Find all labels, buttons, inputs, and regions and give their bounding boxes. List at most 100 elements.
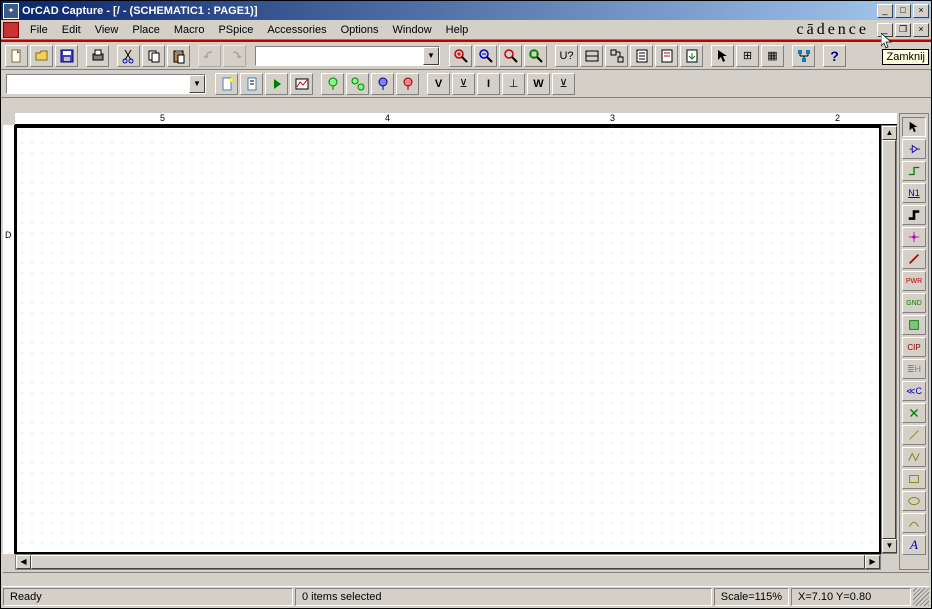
select-tool[interactable] <box>902 117 926 137</box>
annotate-button[interactable]: U? <box>555 45 578 67</box>
current-marker-button[interactable] <box>371 73 394 95</box>
project-manager-button[interactable] <box>792 45 815 67</box>
zoom-fit-button[interactable] <box>524 45 547 67</box>
place-rectangle-tool[interactable] <box>902 469 926 489</box>
no-connect-tool[interactable] <box>902 403 926 423</box>
status-selection: 0 items selected <box>295 588 712 606</box>
run-sim-button[interactable] <box>265 73 288 95</box>
place-polyline-tool[interactable] <box>902 447 926 467</box>
print-button[interactable] <box>86 45 109 67</box>
snap-button[interactable]: ⊞ <box>736 45 759 67</box>
w-level-button[interactable]: W <box>527 73 550 95</box>
zoom-in-button[interactable] <box>449 45 472 67</box>
mdi-restore-button[interactable]: ❐ <box>895 23 911 37</box>
help-button[interactable]: ? <box>823 45 846 67</box>
redo-button[interactable] <box>223 45 246 67</box>
scroll-up-button[interactable]: ▲ <box>882 126 897 140</box>
place-part-tool[interactable] <box>902 139 926 159</box>
place-junction-tool[interactable] <box>902 227 926 247</box>
document-sys-icon[interactable] <box>3 22 19 38</box>
copy-button[interactable] <box>142 45 165 67</box>
place-bus-entry-tool[interactable] <box>902 249 926 269</box>
status-scale: Scale=115% <box>714 588 789 606</box>
resize-bar[interactable] <box>3 572 929 586</box>
power-marker-button[interactable] <box>396 73 419 95</box>
scroll-left-button[interactable]: ◀ <box>16 555 31 569</box>
resize-grip[interactable] <box>913 588 929 606</box>
zoom-area-button[interactable] <box>499 45 522 67</box>
vertical-scrollbar[interactable]: ▲ ▼ <box>881 125 897 554</box>
voltage-marker-button[interactable] <box>321 73 344 95</box>
part-search-dropdown[interactable]: ▼ <box>423 47 439 65</box>
new-button[interactable] <box>5 45 28 67</box>
title-bar: ✦ OrCAD Capture - [/ - (SCHEMATIC1 : PAG… <box>1 1 931 20</box>
simulation-profile-combo[interactable]: ▼ <box>6 74 206 94</box>
close-button[interactable]: × <box>913 4 929 18</box>
new-sim-button[interactable] <box>215 73 238 95</box>
net-alias-tool[interactable]: N1 <box>902 183 926 203</box>
mdi-close-button[interactable]: × <box>913 23 929 37</box>
paste-button[interactable] <box>167 45 190 67</box>
main-toolbar: ▼ U? ⊞ ▦ ? <box>1 42 931 70</box>
menu-place[interactable]: Place <box>125 22 167 38</box>
place-power-tool[interactable]: PWR <box>902 271 926 291</box>
select-button[interactable] <box>711 45 734 67</box>
place-port-tool[interactable]: CIP <box>902 337 926 357</box>
grid-button[interactable]: ▦ <box>761 45 784 67</box>
mdi-minimize-button[interactable]: _ <box>877 23 893 37</box>
place-ground-tool[interactable]: GND <box>902 293 926 313</box>
place-text-tool[interactable]: A <box>902 535 926 555</box>
ruler-mark: 3 <box>610 113 615 123</box>
menu-edit[interactable]: Edit <box>55 22 88 38</box>
place-bus-tool[interactable] <box>902 205 926 225</box>
place-hier-block-tool[interactable] <box>902 315 926 335</box>
v-toggle-button[interactable]: ⊻ <box>452 73 475 95</box>
menu-options[interactable]: Options <box>334 22 386 38</box>
menu-window[interactable]: Window <box>386 22 439 38</box>
menu-view[interactable]: View <box>88 22 126 38</box>
crossref-button[interactable] <box>655 45 678 67</box>
save-button[interactable] <box>55 45 78 67</box>
place-line-tool[interactable] <box>902 425 926 445</box>
menu-file[interactable]: File <box>23 22 55 38</box>
place-arc-tool[interactable] <box>902 513 926 533</box>
voltage-diff-marker-button[interactable] <box>346 73 369 95</box>
netlist-button[interactable] <box>605 45 628 67</box>
v-level-button[interactable]: V <box>427 73 450 95</box>
part-search-input[interactable] <box>256 47 423 65</box>
place-wire-tool[interactable] <box>902 161 926 181</box>
horizontal-ruler: 5 4 3 2 <box>15 113 897 125</box>
cut-button[interactable] <box>117 45 140 67</box>
maximize-button[interactable]: □ <box>895 4 911 18</box>
simulation-profile-dropdown[interactable]: ▼ <box>189 75 205 93</box>
status-ready: Ready <box>3 588 293 606</box>
place-offpage-tool[interactable]: ≪C <box>902 381 926 401</box>
scroll-right-button[interactable]: ▶ <box>865 555 880 569</box>
status-bar: Ready 0 items selected Scale=115% X=7.10… <box>3 586 929 606</box>
i-level-button[interactable]: I <box>477 73 500 95</box>
bom-button[interactable] <box>630 45 653 67</box>
simulation-profile-input[interactable] <box>7 75 189 93</box>
undo-button[interactable] <box>198 45 221 67</box>
menu-accessories[interactable]: Accessories <box>260 22 333 38</box>
scroll-down-button[interactable]: ▼ <box>882 539 897 553</box>
horizontal-scrollbar[interactable]: ◀ ▶ <box>15 554 881 570</box>
menu-pspice[interactable]: PSpice <box>211 22 260 38</box>
tooltip: Zamknij <box>882 49 929 65</box>
w-toggle-button[interactable]: ⊻ <box>552 73 575 95</box>
view-results-button[interactable] <box>290 73 313 95</box>
ruler-mark: 2 <box>835 113 840 123</box>
drc-button[interactable] <box>580 45 603 67</box>
place-pin-tool[interactable]: ≣H <box>902 359 926 379</box>
edit-sim-button[interactable] <box>240 73 263 95</box>
i-toggle-button[interactable]: ⊥ <box>502 73 525 95</box>
open-button[interactable] <box>30 45 53 67</box>
place-ellipse-tool[interactable] <box>902 491 926 511</box>
schematic-canvas[interactable] <box>15 125 881 554</box>
part-search-combo[interactable]: ▼ <box>255 46 440 66</box>
backannotate-button[interactable] <box>680 45 703 67</box>
menu-help[interactable]: Help <box>439 22 476 38</box>
minimize-button[interactable]: _ <box>877 4 893 18</box>
menu-macro[interactable]: Macro <box>167 22 212 38</box>
zoom-out-button[interactable] <box>474 45 497 67</box>
